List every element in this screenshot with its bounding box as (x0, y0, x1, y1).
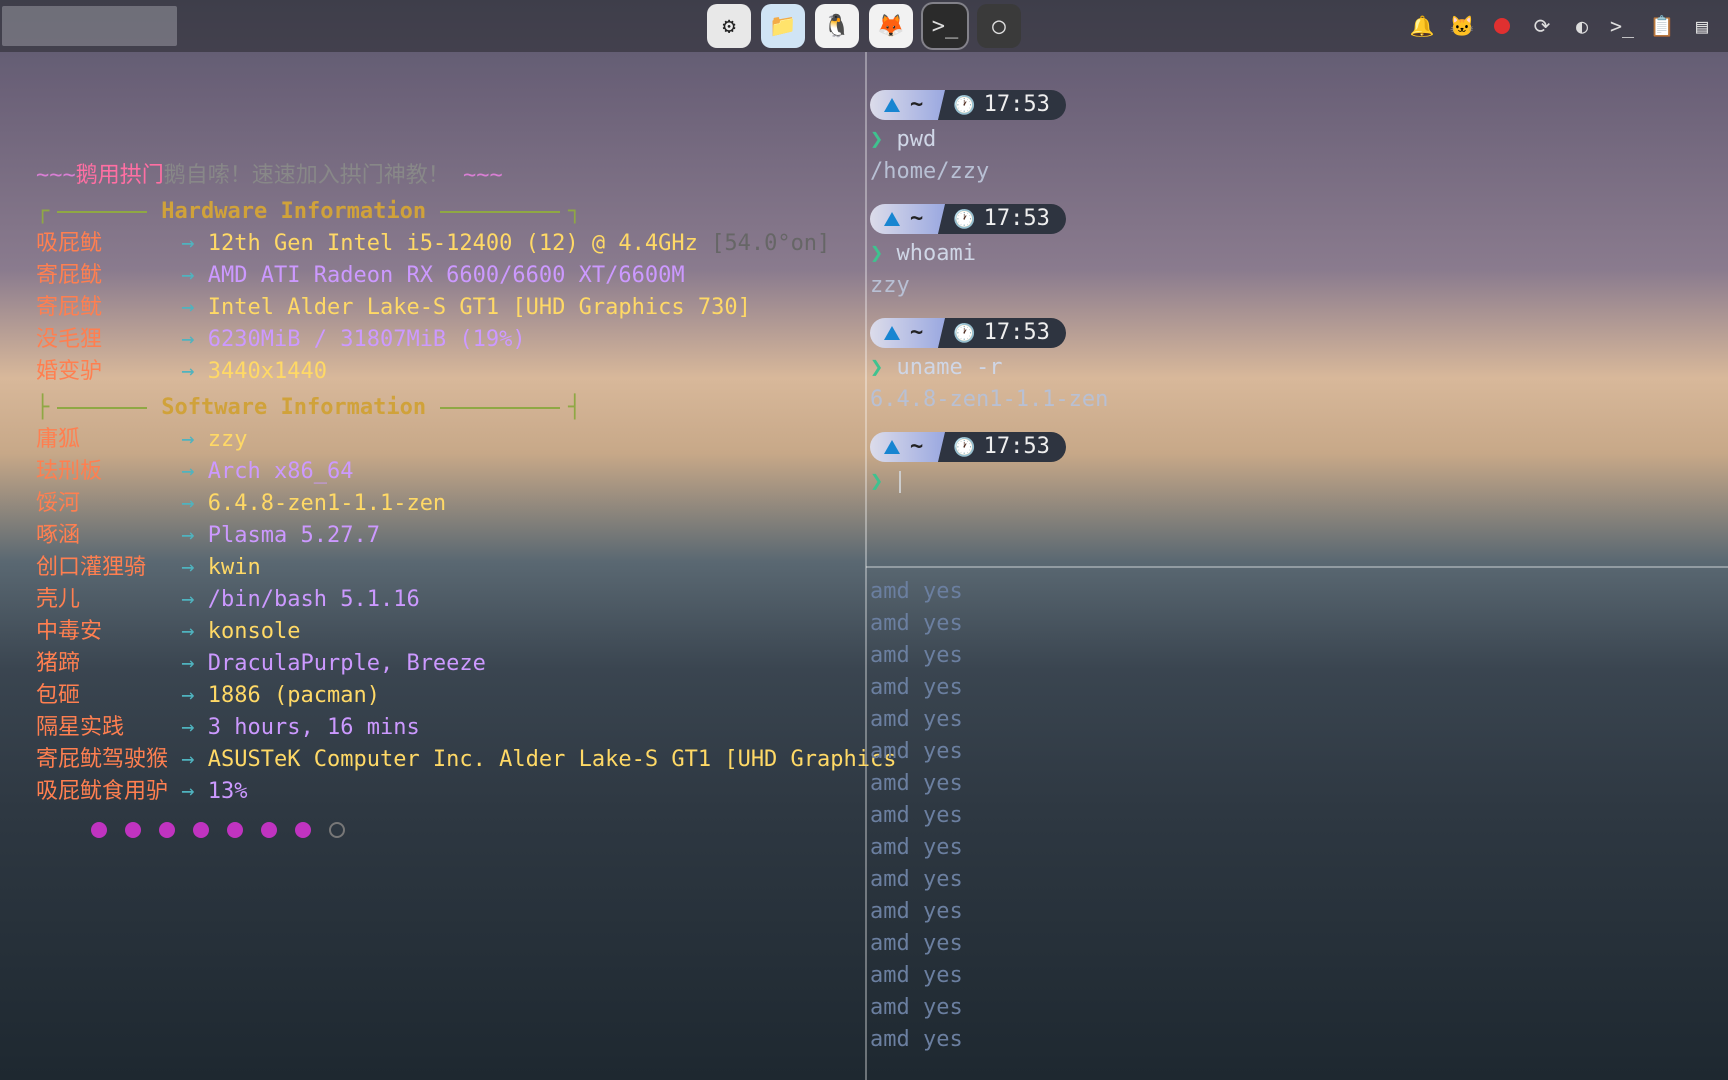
clock-icon (953, 432, 977, 462)
clock-icon (953, 318, 977, 348)
loop-line: amd yes (870, 800, 1718, 832)
loop-line: amd yes (870, 672, 1718, 704)
loop-line: amd yes (870, 736, 1718, 768)
software-row: 包砸 → 1886 (pacman) (36, 680, 866, 712)
color-palette (36, 822, 866, 838)
obs-icon[interactable]: ◯ (977, 4, 1021, 48)
tagline: ~~~鹅用拱门鹅自嗦！速速加入拱门神教！ ~~~ (36, 160, 866, 192)
loop-line: amd yes (870, 832, 1718, 864)
prompt-pill: ~17:53 (870, 432, 1066, 462)
loop-line: amd yes (870, 576, 1718, 608)
loop-line: amd yes (870, 640, 1718, 672)
software-section-header: ├ Software Information ┤ (36, 392, 866, 424)
clock-icon (953, 204, 977, 234)
output-pane[interactable]: amd yesamd yesamd yesamd yesamd yesamd y… (870, 576, 1718, 1056)
shell-output: zzy (870, 270, 1718, 302)
steam-icon[interactable]: ◐ (1568, 12, 1596, 40)
hardware-row: 寄屁鱿 → Intel Alder Lake-S GT1 [UHD Graphi… (36, 292, 866, 324)
qq-icon[interactable]: 🐧 (815, 4, 859, 48)
loop-line: amd yes (870, 928, 1718, 960)
taskbar: ⚙📁🐧🦊>_◯ 🔔🐱⟳◐>_📋▤ (0, 0, 1728, 52)
hardware-section-header: ┌ Hardware Information ┐ (36, 196, 866, 228)
record-icon[interactable] (1488, 12, 1516, 40)
prompt-pill: ~17:53 (870, 90, 1066, 120)
loop-line: amd yes (870, 992, 1718, 1024)
software-row: 馁河 → 6.4.8-zen1-1.1-zen (36, 488, 866, 520)
arch-logo-icon (884, 98, 900, 112)
panel-icon[interactable]: ▤ (1688, 12, 1716, 40)
dock: ⚙📁🐧🦊>_◯ (707, 4, 1021, 48)
sync-icon[interactable]: ⟳ (1528, 12, 1556, 40)
software-row: 创口灌狸骑 → kwin (36, 552, 866, 584)
prompt-glyph: ❯ (870, 241, 883, 266)
loop-line: amd yes (870, 704, 1718, 736)
hardware-row: 寄屁鱿 → AMD ATI Radeon RX 6600/6600 XT/660… (36, 260, 866, 292)
software-row: 吸屁鱿食用驴 → 13% (36, 776, 866, 808)
firefox-icon[interactable]: 🦊 (869, 4, 913, 48)
arch-logo-icon (884, 326, 900, 340)
shell-command: pwd (897, 127, 937, 152)
cursor (899, 471, 901, 493)
software-row: 猪蹄 → DraculaPurple, Breeze (36, 648, 866, 680)
software-row: 珐刑板 → Arch x86_64 (36, 456, 866, 488)
shell-output: 6.4.8-zen1-1.1-zen (870, 384, 1718, 416)
shell-command: uname -r (897, 355, 1003, 380)
loop-line: amd yes (870, 896, 1718, 928)
hardware-row: 吸屁鱿 → 12th Gen Intel i5-12400 (12) @ 4.4… (36, 228, 866, 260)
software-row: 啄涵 → Plasma 5.27.7 (36, 520, 866, 552)
shell-pane[interactable]: ~17:53 ❯ pwd/home/zzy ~17:53 ❯ whoami zzy ~17… (870, 90, 1718, 514)
loop-line: amd yes (870, 864, 1718, 896)
taskbar-left-placeholder (2, 6, 177, 46)
software-row: 中毒安 → konsole (36, 616, 866, 648)
loop-line: amd yes (870, 960, 1718, 992)
prompt-pill: ~17:53 (870, 318, 1066, 348)
software-row: 隔星实践 → 3 hours, 16 mins (36, 712, 866, 744)
clipboard-icon[interactable]: 📋 (1648, 12, 1676, 40)
shell-command: whoami (897, 241, 976, 266)
cat-icon[interactable]: 🐱 (1448, 12, 1476, 40)
arch-logo-icon (884, 440, 900, 454)
bell-icon[interactable]: 🔔 (1408, 12, 1436, 40)
system-tray: 🔔 🐱 ⟳ ◐ >_ 📋 ▤ (1408, 12, 1728, 40)
software-row: 庸狐 → zzy (36, 424, 866, 456)
fetch-panel: ~~~鹅用拱门鹅自嗦！速速加入拱门神教！ ~~~ ┌ Hardware Info… (36, 160, 866, 838)
hardware-row: 婚变驴 → 3440x1440 (36, 356, 866, 388)
software-row: 寄屁鱿驾驶猴 → ASUSTeK Computer Inc. Alder Lak… (36, 744, 866, 776)
loop-line: amd yes (870, 1024, 1718, 1056)
files-icon[interactable]: 📁 (761, 4, 805, 48)
loop-line: amd yes (870, 768, 1718, 800)
clock-icon (953, 90, 977, 120)
arch-logo-icon (884, 212, 900, 226)
software-row: 壳儿 → /bin/bash 5.1.16 (36, 584, 866, 616)
prompt-glyph: ❯ (870, 127, 883, 152)
hardware-row: 没毛狸 → 6230MiB / 31807MiB (19%) (36, 324, 866, 356)
loop-line: amd yes (870, 608, 1718, 640)
prompt-glyph: ❯ (870, 355, 883, 380)
shell-output: /home/zzy (870, 156, 1718, 188)
prompt-pill: ~17:53 (870, 204, 1066, 234)
terminal-icon[interactable]: >_ (923, 4, 967, 48)
settings-icon[interactable]: ⚙ (707, 4, 751, 48)
konsole-tray-icon[interactable]: >_ (1608, 12, 1636, 40)
pane-splitter-horizontal[interactable] (866, 566, 1728, 568)
